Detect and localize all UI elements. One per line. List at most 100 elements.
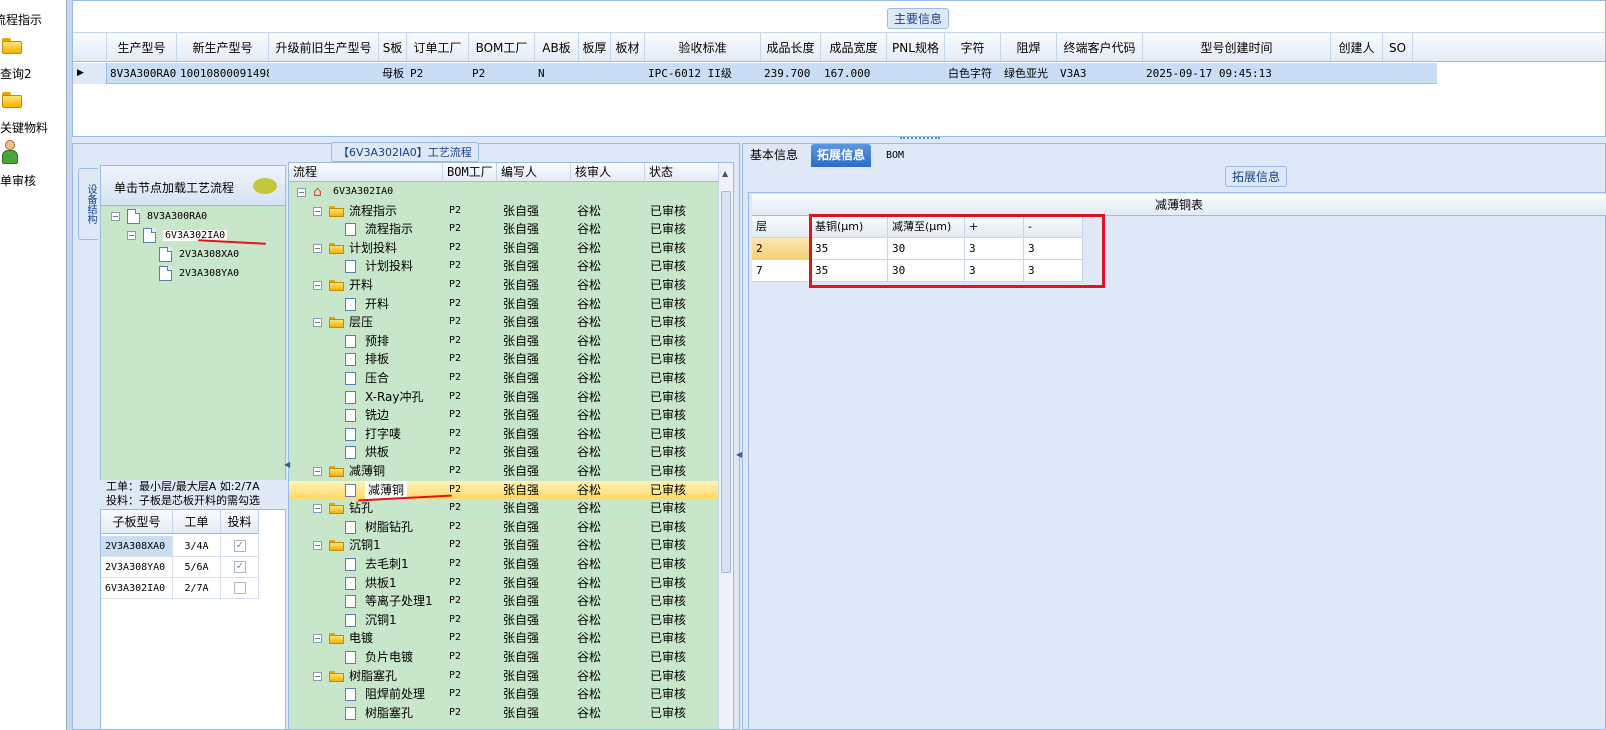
collapse-icon[interactable]: −: [313, 504, 322, 514]
table-row[interactable]: − 沉铜1 P2 张自强 谷松 已审核: [289, 536, 719, 555]
collapse-icon[interactable]: −: [313, 467, 322, 476]
table-row[interactable]: 排板 P2 张自强 谷松 已审核: [289, 350, 719, 369]
column-header[interactable]: BOM工厂: [469, 33, 535, 63]
tab-bom[interactable]: BOM: [880, 144, 910, 167]
table-cell[interactable]: V3A3: [1057, 63, 1143, 84]
nav-item-review[interactable]: 单审核: [0, 140, 66, 188]
column-header[interactable]: 工单: [173, 510, 221, 534]
table-row[interactable]: 等离子处理1 P2 张自强 谷松 已审核: [289, 592, 719, 611]
subboard-model[interactable]: 2V3A308YA0: [101, 557, 173, 578]
table-row[interactable]: − 流程指示 P2 张自强 谷松 已审核: [289, 202, 719, 221]
tree-root-row[interactable]: − ⌂ 6V3A302IA0: [289, 183, 719, 202]
column-header[interactable]: S板: [379, 33, 407, 63]
table-row[interactable]: 压合 P2 张自强 谷松 已审核: [289, 369, 719, 388]
collapse-icon[interactable]: −: [313, 671, 322, 681]
column-header[interactable]: 新生产型号: [177, 33, 269, 63]
column-header[interactable]: 编写人: [497, 163, 571, 182]
table-row[interactable]: 烘板1 P2 张自强 谷松 已审核: [289, 574, 719, 593]
collapse-icon[interactable]: −: [111, 212, 120, 221]
collapse-icon[interactable]: −: [127, 231, 136, 240]
column-header[interactable]: 订单工厂: [407, 33, 469, 63]
table-row[interactable]: 铣边 P2 张自强 谷松 已审核: [289, 406, 719, 425]
subboard-feed-cell[interactable]: ✓: [221, 536, 259, 557]
collapse-icon[interactable]: −: [313, 541, 322, 551]
table-cell[interactable]: [1383, 63, 1413, 84]
tree-node-label[interactable]: 2V3A308XA0: [179, 249, 239, 260]
column-header[interactable]: 升级前旧生产型号: [269, 33, 379, 63]
nav-item-key-material[interactable]: 关键物料: [0, 92, 66, 136]
table-row[interactable]: − 开料 P2 张自强 谷松 已审核: [289, 276, 719, 295]
column-header[interactable]: 投料: [221, 510, 259, 534]
table-row[interactable]: − 树脂塞孔 P2 张自强 谷松 已审核: [289, 667, 719, 686]
column-header[interactable]: 状态: [645, 163, 723, 182]
table-row[interactable]: − 计划投料 P2 张自强 谷松 已审核: [289, 239, 719, 258]
table-cell[interactable]: 白色字符: [945, 63, 1001, 84]
column-header[interactable]: 生产型号: [107, 33, 177, 63]
column-header[interactable]: 型号创建时间: [1143, 33, 1331, 63]
table-row[interactable]: 8V3A300RA0 10010800091498 母板 P2 P2 N IPC-6012 …: [73, 63, 1437, 84]
column-header[interactable]: 创建人: [1331, 33, 1383, 63]
collapse-icon[interactable]: −: [297, 188, 306, 197]
scroll-thumb[interactable]: [721, 191, 731, 573]
nav-item-query[interactable]: 查询2: [0, 38, 66, 82]
table-row[interactable]: 负片电镀 P2 张自强 谷松 已审核: [289, 648, 719, 667]
collapse-icon[interactable]: −: [313, 281, 322, 290]
table-row[interactable]: − 层压 P2 张自强 谷松 已审核: [289, 313, 719, 332]
feed-checkbox[interactable]: ✓: [234, 540, 246, 552]
table-cell[interactable]: [611, 63, 645, 84]
table-cell[interactable]: P2: [407, 63, 469, 84]
table-row[interactable]: 烘板 P2 张自强 谷松 已审核: [289, 443, 719, 462]
table-row[interactable]: 流程指示 P2 张自强 谷松 已审核: [289, 220, 719, 239]
column-header[interactable]: 成品长度: [761, 33, 821, 63]
column-header[interactable]: 成品宽度: [821, 33, 887, 63]
table-cell[interactable]: 母板: [379, 63, 407, 84]
column-header[interactable]: 验收标准: [645, 33, 761, 63]
table-cell[interactable]: N: [535, 63, 579, 84]
subboard-order[interactable]: 5/6A: [173, 557, 221, 578]
row-selector-arrow-icon[interactable]: ▶: [73, 63, 107, 84]
table-row[interactable]: 阻焊前处理 P2 张自强 谷松 已审核: [289, 685, 719, 704]
scroll-up-icon[interactable]: ▲: [722, 169, 728, 178]
table-cell[interactable]: [1331, 63, 1383, 84]
table-row[interactable]: 树脂塞孔 P2 张自强 谷松 已审核: [289, 704, 719, 723]
table-row[interactable]: 计划投料 P2 张自强 谷松 已审核: [289, 257, 719, 276]
subboard-model[interactable]: 6V3A302IA0: [101, 578, 173, 599]
column-header[interactable]: 核审人: [571, 163, 645, 182]
column-header[interactable]: AB板: [535, 33, 579, 63]
table-row[interactable]: 沉铜1 P2 张自强 谷松 已审核: [289, 611, 719, 630]
table-cell[interactable]: 8V3A300RA0: [107, 63, 177, 84]
table-row[interactable]: 树脂钻孔 P2 张自强 谷松 已审核: [289, 518, 719, 537]
table-row[interactable]: 减薄铜 P2 张自强 谷松 已审核: [289, 480, 719, 500]
nav-item-flow[interactable]: 流程指示: [0, 0, 66, 30]
collapse-icon[interactable]: −: [313, 634, 322, 644]
subboard-order[interactable]: 3/4A: [173, 536, 221, 557]
feed-checkbox[interactable]: [234, 582, 246, 594]
table-cell[interactable]: [887, 63, 945, 84]
table-cell[interactable]: 7: [752, 260, 811, 282]
column-header[interactable]: PNL规格: [887, 33, 945, 63]
column-header[interactable]: 阻焊: [1001, 33, 1057, 63]
subboard-order[interactable]: 2/7A: [173, 578, 221, 599]
collapse-icon[interactable]: −: [313, 318, 322, 328]
column-header[interactable]: 终端客户代码: [1057, 33, 1143, 63]
column-header[interactable]: 流程: [289, 163, 443, 182]
column-header[interactable]: 板厚: [579, 33, 611, 63]
column-header[interactable]: 子板型号: [101, 510, 173, 534]
collapse-icon[interactable]: −: [313, 243, 322, 253]
collapse-icon[interactable]: −: [313, 206, 322, 216]
column-header[interactable]: SO: [1383, 33, 1413, 63]
table-row[interactable]: 预排 P2 张自强 谷松 已审核: [289, 332, 719, 351]
tab-extended-info[interactable]: 拓展信息: [811, 144, 872, 167]
process-grid-scrollbar[interactable]: ▲: [718, 163, 733, 729]
table-row[interactable]: − 电镀 P2 张自强 谷松 已审核: [289, 629, 719, 648]
tab-device-structure[interactable]: 设备结构: [78, 168, 98, 240]
collapse-left-icon[interactable]: ◀: [284, 460, 290, 469]
table-cell[interactable]: 2: [752, 238, 811, 260]
feed-checkbox[interactable]: ✓: [234, 561, 246, 573]
table-cell[interactable]: 167.000: [821, 63, 887, 84]
comment-icon[interactable]: [253, 178, 277, 194]
table-row[interactable]: 打字唛 P2 张自强 谷松 已审核: [289, 425, 719, 444]
tree-node-label[interactable]: 8V3A300RA0: [147, 211, 207, 222]
subboard-feed-cell[interactable]: [221, 578, 259, 599]
table-row[interactable]: 开料 P2 张自强 谷松 已审核: [289, 295, 719, 314]
